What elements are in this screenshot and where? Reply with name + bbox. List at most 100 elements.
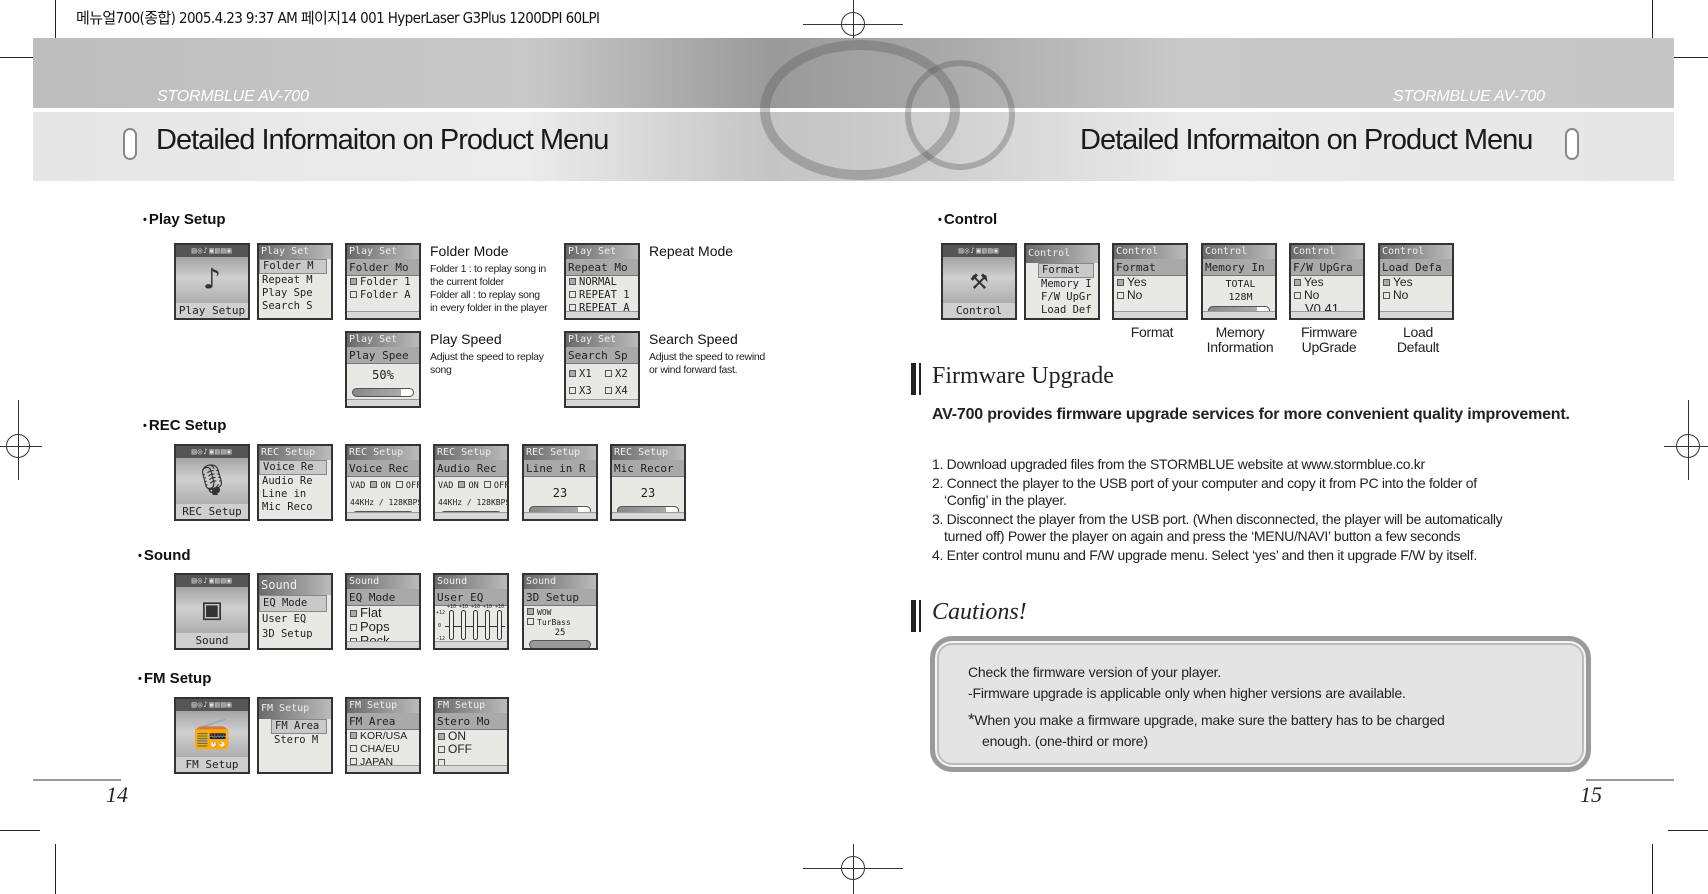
repeat-mode-label: Repeat Mode: [649, 243, 734, 259]
option: No: [1114, 289, 1186, 302]
option: No: [1291, 289, 1363, 302]
menu-item: Voice Re: [259, 460, 327, 475]
menu-item: Format: [1038, 263, 1094, 278]
section-heading-play-setup: Play Setup: [143, 211, 226, 228]
voice-rec-screen: REC Setup Voice Rec VAD ON OFF 44KHz / 1…: [345, 444, 421, 521]
title-pill-icon: [123, 128, 137, 160]
fm-setup-menu-screen: FM Setup FM Area Stero M: [257, 697, 333, 774]
menu-item: Repeat M: [262, 274, 313, 286]
screen-header: F/W UpGra: [1291, 259, 1363, 276]
sound-main-screen: ▤◎♪▣▥▧▣ ▣ Sound: [174, 573, 250, 650]
title-pill-icon: [1565, 128, 1579, 160]
screen-header: 3D Setup: [524, 589, 596, 606]
firmware-intro: AV-700 provides firmware upgrade service…: [932, 406, 1570, 423]
option: Pops: [347, 620, 419, 634]
checkbox: [350, 291, 357, 298]
eq-sliders: +12 0 -12 60+10200+101K+103K+1010K+10: [435, 604, 507, 647]
screen-title: FM Setup: [435, 699, 507, 713]
option: Flat: [347, 606, 419, 620]
menu-item: Stero M: [274, 734, 319, 746]
screen-title: FM Setup: [259, 699, 331, 719]
fm-area-screen: FM Setup FM Area KOR/USA CHA/EU JAPAN: [345, 697, 421, 774]
registration-circle: [1676, 434, 1700, 458]
eq-axis-label: +12: [436, 610, 446, 616]
speed-value: 50%: [372, 368, 394, 382]
eq-band-slider: [461, 610, 466, 640]
radio-icon: 📻: [193, 716, 231, 751]
screen-title: Play Set: [566, 333, 638, 347]
menu-item: 3D Setup: [262, 628, 313, 640]
speaker-icon: ▣: [202, 592, 222, 627]
screen-header: Repeat Mo: [566, 259, 638, 276]
menu-item: Memory I: [1041, 278, 1092, 290]
play-speed-label: Play Speed: [430, 331, 502, 347]
heading-bar-icon: [911, 363, 916, 395]
control-label-format: Format: [1130, 324, 1174, 340]
screen-header: Audio Rec: [435, 460, 507, 477]
screen-title: Sound: [435, 575, 507, 589]
option: Folder A: [347, 289, 419, 302]
control-label-load-default: Load Default: [1396, 324, 1440, 355]
screen-title: REC Setup: [347, 446, 419, 460]
eq-band-value: +10: [471, 604, 481, 610]
registration-circle: [6, 434, 30, 458]
heading-bar-icon: [919, 600, 921, 632]
screen-header: Play Spee: [347, 347, 419, 364]
search-speed-screen: Play Set Search Sp X1 X2 X3 X4: [564, 331, 640, 408]
option: REPEAT 1: [566, 289, 638, 302]
step-item: 1. Download upgraded files from the STOR…: [932, 456, 1425, 472]
eq-band-slider: [473, 610, 478, 640]
crop-mark: [1652, 844, 1653, 894]
play-setup-menu-screen: Play Set Folder M Repeat M Play Spe Sear…: [257, 243, 333, 320]
status-icons: ▤◎♪▣▥▧▣: [943, 245, 1015, 257]
line-in-rec-screen: REC Setup Line in R 23: [522, 444, 598, 521]
brand-right: STORMBLUE AV-700: [1393, 88, 1545, 105]
firmware-upgrade-heading: Firmware Upgrade: [932, 363, 1114, 389]
brand-left: STORMBLUE AV-700: [157, 88, 309, 105]
screen-caption: FM Setup: [176, 757, 248, 772]
menu-item: Play Spe: [262, 287, 313, 299]
screen-title: Control: [1380, 245, 1452, 259]
footer-rule: [1586, 779, 1674, 781]
section-heading-fm-setup: FM Setup: [138, 670, 212, 687]
control-label-memory: Memory Information: [1206, 324, 1274, 355]
vad-row: VAD ON OFF: [438, 481, 507, 491]
quality-text: 44KHz / 128KBPS: [438, 498, 507, 507]
menu-item: F/W UpGr: [1041, 291, 1092, 303]
level-bar: [352, 388, 414, 397]
menu-item: Folder M: [259, 259, 327, 274]
folder-mode-label: Folder Mode: [430, 243, 509, 259]
screen-title: FM Setup: [347, 699, 419, 713]
screen-title: Control: [1291, 245, 1363, 259]
screen-caption: Control: [943, 303, 1015, 318]
rec-setup-main-screen: ▤◎♪▣▥▧▣ 🎙 REC Setup: [174, 444, 250, 521]
screen-title: Sound: [259, 575, 331, 595]
decorative-gear-graphic: [905, 60, 1015, 170]
firmware-upgrade-screen: Control F/W UpGra Yes No V0.41: [1289, 243, 1365, 320]
eq-band-slider: [485, 610, 490, 640]
option: Yes: [1380, 276, 1452, 289]
screen-title: REC Setup: [435, 446, 507, 460]
option: OFF: [435, 743, 507, 756]
hammer-icon: ⚒: [969, 262, 989, 297]
checkbox: [569, 291, 576, 298]
user-eq-screen: Sound User EQ +12 0 -12 60+10200+101K+10…: [433, 573, 509, 650]
eq-band-value: +10: [447, 604, 457, 610]
option: Folder 1: [347, 276, 419, 289]
screen-title: Sound: [524, 575, 596, 589]
eq-band-slider: [449, 610, 454, 640]
step-item: 3. Disconnect the player from the USB po…: [932, 511, 1503, 544]
screen-header: Voice Rec: [347, 460, 419, 477]
section-heading-control: Control: [938, 211, 997, 228]
music-note-icon: ♪: [202, 262, 222, 297]
load-default-screen: Control Load Defa Yes No: [1378, 243, 1454, 320]
search-speed-desc: Adjust the speed to rewind or wind forwa…: [649, 351, 765, 376]
eq-band-value: +10: [495, 604, 505, 610]
screen-header: FM Area: [347, 713, 419, 730]
status-icons: ▤◎♪▣▥▧▣: [176, 575, 248, 587]
rec-setup-menu-screen: REC Setup Voice Re Audio Re Line in Mic …: [257, 444, 333, 521]
option-row: X1 X2: [566, 368, 638, 381]
option-row: X3 X4: [566, 385, 638, 398]
status-icons: ▤◎♪▣▥▧▣: [176, 446, 248, 458]
screen-title: REC Setup: [612, 446, 684, 460]
